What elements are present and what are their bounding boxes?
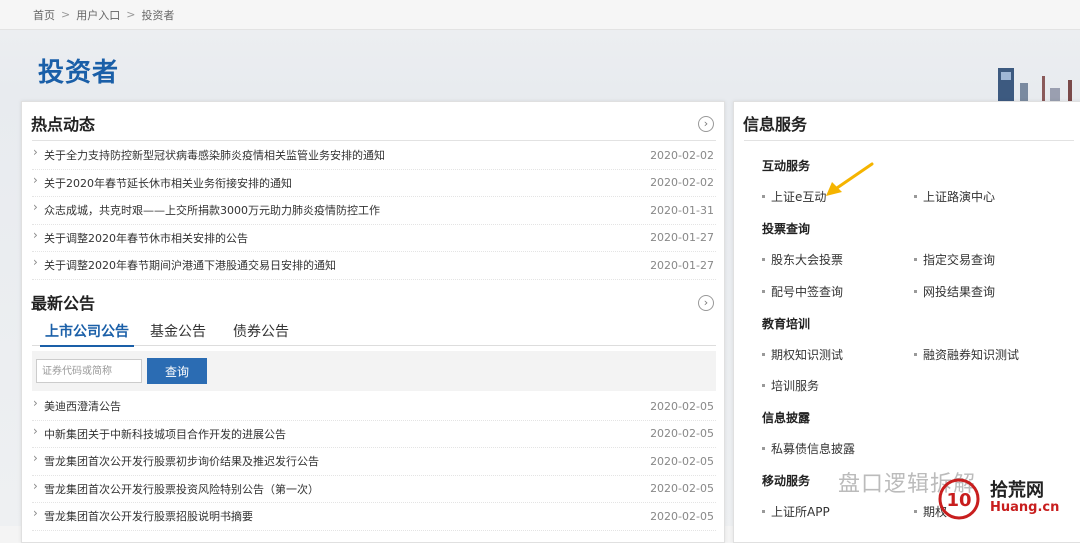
left-panel: 热点动态 › 关于全力支持防控新型冠状病毒感染肺炎疫情相关监管业务安排的通知 20… (21, 101, 725, 543)
more-arrow-icon[interactable]: › (698, 116, 714, 132)
watermark-logo-digits: 10 (946, 490, 971, 511)
breadcrumb-separator: > (61, 8, 71, 21)
tab-fund[interactable]: 基金公告 (150, 321, 206, 345)
news-title[interactable]: 关于调整2020年春节休市相关安排的公告 (32, 228, 248, 246)
list-item[interactable]: 关于调整2020年春节期间沪港通下港股通交易日安排的通知 2020-01-27 (32, 252, 716, 280)
divider (744, 140, 1074, 141)
announcement-date: 2020-02-05 (650, 427, 714, 441)
news-date: 2020-01-31 (650, 203, 714, 217)
group-title-voting: 投票查询 (762, 222, 811, 236)
link-sse-app[interactable]: 上证所APP (762, 503, 830, 520)
announcement-tabs: 上市公司公告 基金公告 债券公告 (32, 321, 716, 347)
announcement-date: 2020-02-05 (650, 399, 714, 413)
news-date: 2020-01-27 (650, 258, 714, 272)
link-private-bond-disclosure[interactable]: 私募债信息披露 (762, 440, 855, 457)
news-title[interactable]: 关于调整2020年春节期间沪港通下港股通交易日安排的通知 (32, 255, 336, 273)
search-button[interactable]: 查询 (147, 358, 207, 384)
link-margin-test[interactable]: 融资融券知识测试 (914, 346, 1019, 363)
list-item[interactable]: 雪龙集团首次公开发行股票投资风险特别公告（第一次） 2020-02-05 (32, 476, 716, 503)
news-title[interactable]: 众志成城，共克时艰——上交所捐款3000万元助力肺炎疫情防控工作 (32, 200, 380, 218)
announcements-heading: 最新公告 (31, 294, 96, 313)
group-title-interactive: 互动服务 (762, 159, 811, 173)
announcement-title[interactable]: 中新集团关于中新科技城项目合作开发的进展公告 (32, 424, 286, 442)
skyline-illustration (998, 68, 1072, 103)
info-services-heading: 信息服务 (743, 115, 808, 134)
news-date: 2020-02-02 (650, 148, 714, 162)
breadcrumb-user-entry[interactable]: 用户入口 (76, 7, 120, 23)
announcement-date: 2020-02-05 (650, 509, 714, 523)
breadcrumb-home[interactable]: 首页 (33, 7, 55, 23)
news-title[interactable]: 关于2020年春节延长休市相关业务衔接安排的通知 (32, 173, 292, 191)
link-allotment-query[interactable]: 配号中签查询 (762, 283, 843, 300)
search-bar: 查询 (32, 351, 716, 391)
group-title-disclosure: 信息披露 (762, 411, 811, 425)
divider (32, 140, 716, 141)
announcement-title[interactable]: 美迪西澄清公告 (32, 396, 121, 414)
list-item[interactable]: 中新集团关于中新科技城项目合作开发的进展公告 2020-02-05 (32, 421, 716, 448)
group-title-education: 教育培训 (762, 317, 811, 331)
link-shareholder-voting[interactable]: 股东大会投票 (762, 251, 843, 268)
announcement-title[interactable]: 雪龙集团首次公开发行股票招股说明书摘要 (32, 506, 253, 524)
list-item[interactable]: 美迪西澄清公告 2020-02-05 (32, 393, 716, 421)
list-item[interactable]: 关于2020年春节延长休市相关业务衔接安排的通知 2020-02-02 (32, 170, 716, 197)
link-online-vote-result[interactable]: 网投结果查询 (914, 283, 995, 300)
watermark-logo-icon: 10 (938, 478, 980, 520)
page-title: 投资者 (38, 58, 120, 88)
list-item[interactable]: 关于全力支持防控新型冠状病毒感染肺炎疫情相关监管业务安排的通知 2020-02-0… (32, 142, 716, 170)
breadcrumb: 首页 > 用户入口 > 投资者 (0, 0, 1080, 30)
announcement-list: 美迪西澄清公告 2020-02-05 中新集团关于中新科技城项目合作开发的进展公告… (32, 393, 716, 531)
link-sse-e-interaction[interactable]: 上证e互动 (762, 188, 826, 205)
more-arrow-icon[interactable]: › (698, 295, 714, 311)
list-item[interactable]: 雪龙集团首次公开发行股票招股说明书摘要 2020-02-05 (32, 503, 716, 531)
news-date: 2020-01-27 (650, 231, 714, 245)
link-roadshow-center[interactable]: 上证路演中心 (914, 188, 995, 205)
link-options-test[interactable]: 期权知识测试 (762, 346, 843, 363)
link-designated-trading-query[interactable]: 指定交易查询 (914, 251, 995, 268)
list-item[interactable]: 雪龙集团首次公开发行股票初步询价结果及推迟发行公告 2020-02-05 (32, 448, 716, 476)
annotation-arrow-icon (826, 162, 874, 196)
search-input[interactable] (36, 359, 142, 383)
announcement-date: 2020-02-05 (650, 482, 714, 496)
breadcrumb-separator: > (126, 8, 136, 21)
news-date: 2020-02-02 (650, 176, 714, 190)
list-item[interactable]: 关于调整2020年春节休市相关安排的公告 2020-01-27 (32, 225, 716, 252)
news-title[interactable]: 关于全力支持防控新型冠状病毒感染肺炎疫情相关监管业务安排的通知 (32, 145, 385, 163)
link-training-service[interactable]: 培训服务 (762, 377, 819, 394)
breadcrumb-current: 投资者 (141, 8, 175, 22)
announcement-title[interactable]: 雪龙集团首次公开发行股票初步询价结果及推迟发行公告 (32, 451, 319, 469)
watermark-brand: 拾荒网 (990, 480, 1044, 501)
announcement-date: 2020-02-05 (650, 454, 714, 468)
hot-news-list: 关于全力支持防控新型冠状病毒感染肺炎疫情相关监管业务安排的通知 2020-02-0… (32, 142, 716, 280)
tab-listed-company[interactable]: 上市公司公告 (40, 321, 134, 347)
list-item[interactable]: 众志成城，共克时艰——上交所捐款3000万元助力肺炎疫情防控工作 2020-01-… (32, 197, 716, 225)
group-title-mobile: 移动服务 (762, 474, 811, 488)
tab-bond[interactable]: 债券公告 (233, 321, 289, 345)
watermark-url: Huang.cn (990, 500, 1060, 515)
hot-news-heading: 热点动态 (31, 115, 96, 134)
announcement-title[interactable]: 雪龙集团首次公开发行股票投资风险特别公告（第一次） (32, 479, 319, 497)
